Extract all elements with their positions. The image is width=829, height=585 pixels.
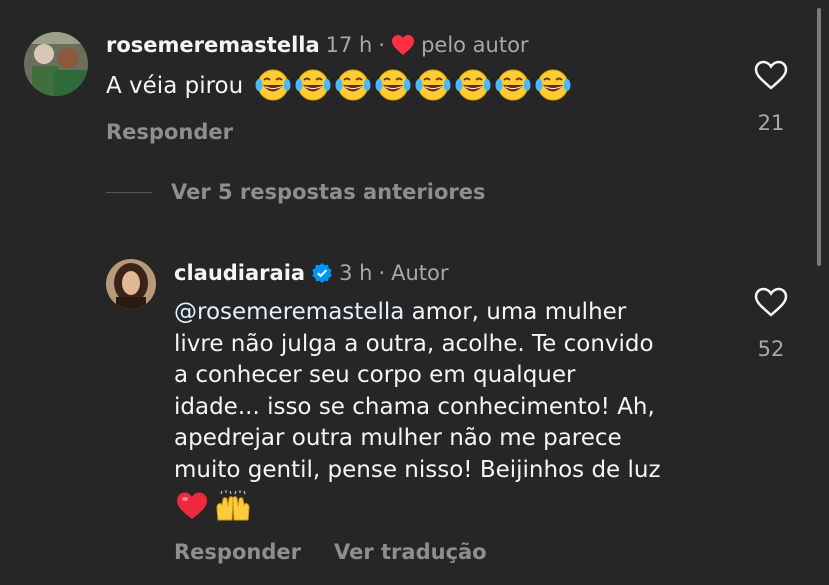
reply-line-5: apedrejar outra mulher não me parece [174,425,622,452]
face-with-tears-of-joy-icon [335,68,371,106]
reply-time: 3 h [339,261,373,285]
comment-time: 17 h [325,33,373,57]
avatar-rosemeremastella[interactable] [24,32,88,96]
heart-outline-icon [754,287,788,317]
separator-dot: · [378,33,386,57]
author-label: Autor [391,261,449,285]
comment-text: A véia pirou [106,73,244,100]
comment-like-count: 21 [757,111,785,135]
red-heart-icon [176,491,208,521]
reply-line-3: a conhecer seu corpo em qualquer [174,362,576,389]
reply-reply-button[interactable]: Responder [174,540,301,564]
reply-line-6: muito gentil, pense nisso! Beijinhos de … [174,456,661,483]
reply-text-segment: amor, uma mulher [404,299,627,325]
comment-username[interactable]: rosemeremastella [106,33,320,57]
scrollbar[interactable] [817,8,821,266]
face-with-tears-of-joy-icon [295,68,331,106]
reply-like-count: 52 [757,337,785,361]
liked-by-author-label: pelo autor [421,33,529,57]
face-with-tears-of-joy-icon [415,68,451,106]
view-previous-replies-button[interactable]: Ver 5 respostas anteriores [171,180,486,204]
verified-badge-icon [311,262,333,284]
reply-body: @rosemeremastella amor, uma mulher livre… [174,297,734,487]
separator-dot: · [378,261,386,285]
face-with-tears-of-joy-icon [255,68,291,106]
reply-line-2: livre não julga a outra, acolhe. Te conv… [174,330,654,357]
mention-link[interactable]: @rosemeremastella [174,299,404,325]
emoji-group [255,68,575,106]
reply-line-4: idade... isso se chama conhecimento! Ah, [174,393,655,420]
comment-reply-button[interactable]: Responder [106,120,233,144]
heart-outline-icon [754,60,788,90]
heart-filled-icon [391,34,415,56]
reply-like-button[interactable] [754,287,788,321]
see-translation-button[interactable]: Ver tradução [334,540,487,564]
face-with-tears-of-joy-icon [495,68,531,106]
comment-like-button[interactable] [754,60,788,94]
divider-line [106,192,152,193]
face-with-tears-of-joy-icon [455,68,491,106]
avatar-claudiaraia[interactable] [106,259,156,309]
face-with-tears-of-joy-icon [375,68,411,106]
reply-username[interactable]: claudiaraia [174,261,305,285]
reply-emoji-row [176,490,252,522]
reply-line-1: @rosemeremastella amor, uma mulher [174,297,734,329]
raising-hands-icon [214,490,252,522]
face-with-tears-of-joy-icon [535,68,571,106]
